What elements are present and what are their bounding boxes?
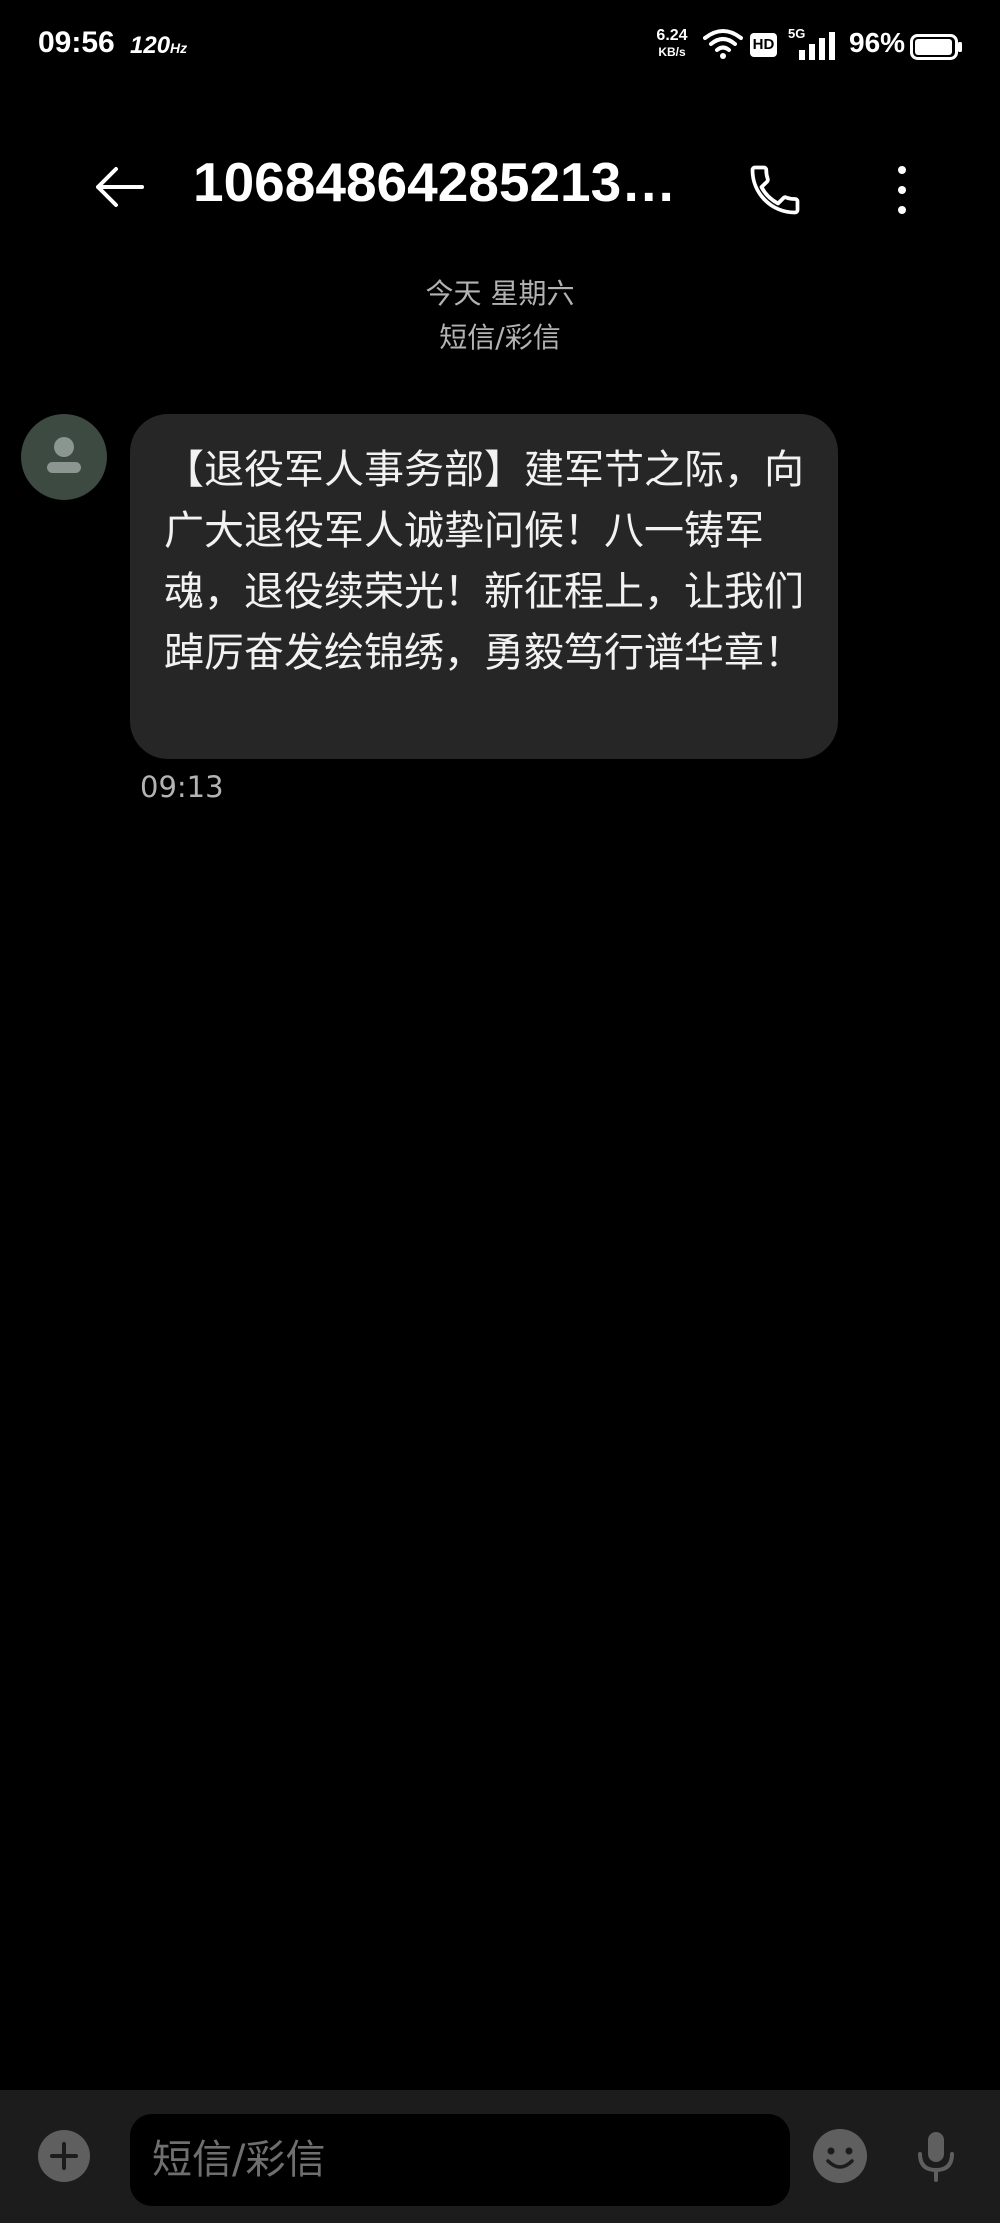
status-time: 09:56 bbox=[38, 26, 115, 59]
message-time: 09:13 bbox=[140, 770, 224, 804]
refresh-rate: 120Hz bbox=[130, 32, 188, 59]
battery-percent: 96% bbox=[849, 27, 906, 58]
hd-badge: HD bbox=[750, 33, 777, 57]
back-arrow-icon[interactable] bbox=[88, 155, 152, 219]
message-bubble[interactable]: 【退役军人事务部】建军节之际，向广大退役军人诚挚问候！八一铸军魂，退役续荣光！新… bbox=[130, 414, 838, 759]
conversation-header: 10684864285213… bbox=[0, 130, 1000, 250]
status-bar: 09:56 120Hz 6.24 KB/s HD 5G 96% bbox=[0, 0, 1000, 92]
messaging-screen: 09:56 120Hz 6.24 KB/s HD 5G 96% 10684864… bbox=[0, 0, 1000, 2223]
message-text: 【退役军人事务部】建军节之际，向广大退役军人诚挚问候！八一铸军魂，退役续荣光！新… bbox=[164, 447, 804, 676]
emoji-icon[interactable] bbox=[810, 2126, 870, 2186]
wifi-icon bbox=[703, 28, 743, 64]
battery-icon bbox=[910, 34, 964, 64]
phone-icon[interactable] bbox=[745, 160, 805, 220]
contact-number-title: 10684864285213… bbox=[193, 151, 677, 213]
sender-avatar-icon[interactable] bbox=[21, 414, 107, 500]
microphone-icon[interactable] bbox=[906, 2126, 966, 2186]
date-separator: 今天 星期六 短信/彩信 bbox=[0, 272, 1000, 360]
date-label: 今天 星期六 bbox=[425, 277, 575, 310]
message-input-placeholder: 短信/彩信 bbox=[152, 2137, 326, 2183]
message-input[interactable]: 短信/彩信 bbox=[130, 2114, 790, 2206]
signal-icon bbox=[797, 32, 839, 64]
more-vertical-icon[interactable] bbox=[880, 160, 924, 220]
compose-bar: 短信/彩信 bbox=[0, 2090, 1000, 2223]
channel-label: 短信/彩信 bbox=[439, 321, 561, 354]
network-speed: 6.24 KB/s bbox=[656, 27, 688, 60]
add-icon[interactable] bbox=[36, 2128, 92, 2184]
